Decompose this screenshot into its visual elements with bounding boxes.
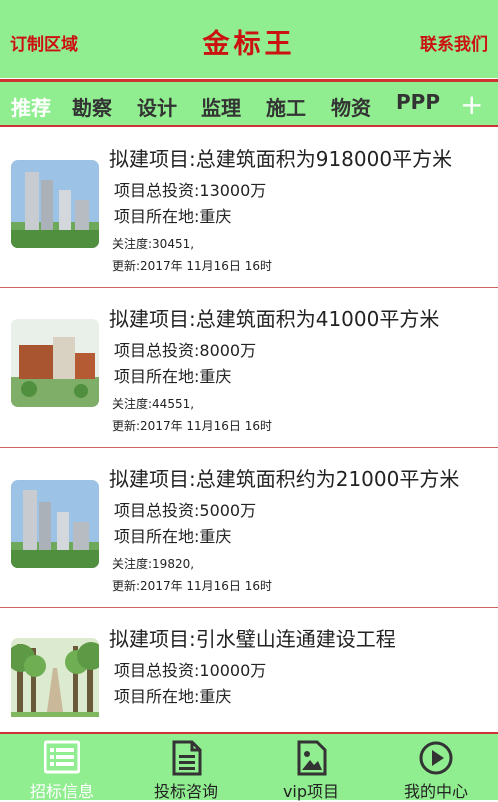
project-thumbnail xyxy=(11,480,99,568)
project-title: 拟建项目:总建筑面积为41000平方米 xyxy=(109,307,440,331)
attention-count: 关注度:19820, xyxy=(112,557,195,571)
updated-time: 更新:2017年 11月16日 16时 xyxy=(112,419,273,433)
updated-time: 更新:2017年 11月16日 16时 xyxy=(112,579,273,593)
category-tab-bar: 推荐 勘察 设计 监理 施工 物资 PPP + xyxy=(0,79,498,127)
attention-count: 关注度:30451, xyxy=(112,237,195,251)
project-title: 拟建项目:总建筑面积为918000平方米 xyxy=(109,147,453,171)
attention-count: 关注度:44551, xyxy=(112,397,195,411)
image-icon xyxy=(297,740,327,776)
list-item[interactable]: 拟建项目:引水璧山连通建设工程 项目总投资:10000万 项目所在地:重庆 xyxy=(0,607,498,717)
project-investment: 项目总投资:8000万 xyxy=(114,341,257,360)
tab-ppp[interactable]: PPP xyxy=(396,90,440,114)
contact-us-button[interactable]: 联系我们 xyxy=(420,30,488,55)
tab-materials[interactable]: 物资 xyxy=(331,92,371,121)
project-location: 项目所在地:重庆 xyxy=(114,687,232,706)
project-thumbnail xyxy=(11,638,99,717)
project-location: 项目所在地:重庆 xyxy=(114,367,232,386)
nav-my-center[interactable]: 我的中心 xyxy=(374,734,498,801)
list-item[interactable]: 拟建项目:总建筑面积为918000平方米 项目总投资:13000万 项目所在地:… xyxy=(0,127,498,288)
tab-supervision[interactable]: 监理 xyxy=(201,92,241,121)
nav-bid-consult[interactable]: 投标咨询 xyxy=(124,734,248,801)
nav-tender-info[interactable]: 招标信息 xyxy=(0,734,124,801)
document-icon xyxy=(172,740,202,776)
play-circle-icon xyxy=(419,741,453,775)
tab-recommend[interactable]: 推荐 xyxy=(11,92,51,121)
tab-construction[interactable]: 施工 xyxy=(266,92,306,121)
tab-survey[interactable]: 勘察 xyxy=(72,92,112,121)
app-header: 订制区域 金标王 联系我们 xyxy=(0,0,498,78)
project-investment: 项目总投资:10000万 xyxy=(114,661,267,680)
nav-label: vip项目 xyxy=(282,782,340,801)
project-thumbnail xyxy=(11,319,99,407)
list-item[interactable]: 拟建项目:总建筑面积为41000平方米 项目总投资:8000万 项目所在地:重庆… xyxy=(0,287,498,448)
list-icon xyxy=(44,740,80,774)
nav-label: 投标咨询 xyxy=(153,782,218,801)
tab-design[interactable]: 设计 xyxy=(137,92,177,121)
bottom-nav: 招标信息 投标咨询 vip项目 我的中心 xyxy=(0,732,498,801)
project-title: 拟建项目:引水璧山连通建设工程 xyxy=(109,627,396,651)
nav-label: 我的中心 xyxy=(403,782,468,801)
add-tab-icon[interactable]: + xyxy=(460,88,483,121)
project-title: 拟建项目:总建筑面积约为21000平方米 xyxy=(109,467,460,491)
project-investment: 项目总投资:5000万 xyxy=(114,501,257,520)
project-location: 项目所在地:重庆 xyxy=(114,207,232,226)
nav-vip-projects[interactable]: vip项目 xyxy=(249,734,373,801)
list-item[interactable]: 拟建项目:总建筑面积约为21000平方米 项目总投资:5000万 项目所在地:重… xyxy=(0,447,498,608)
project-list: 拟建项目:总建筑面积为918000平方米 项目总投资:13000万 项目所在地:… xyxy=(0,127,498,717)
project-investment: 项目总投资:13000万 xyxy=(114,181,267,200)
project-thumbnail xyxy=(11,160,99,248)
nav-label: 招标信息 xyxy=(29,782,94,801)
project-location: 项目所在地:重庆 xyxy=(114,527,232,546)
updated-time: 更新:2017年 11月16日 16时 xyxy=(112,259,273,273)
